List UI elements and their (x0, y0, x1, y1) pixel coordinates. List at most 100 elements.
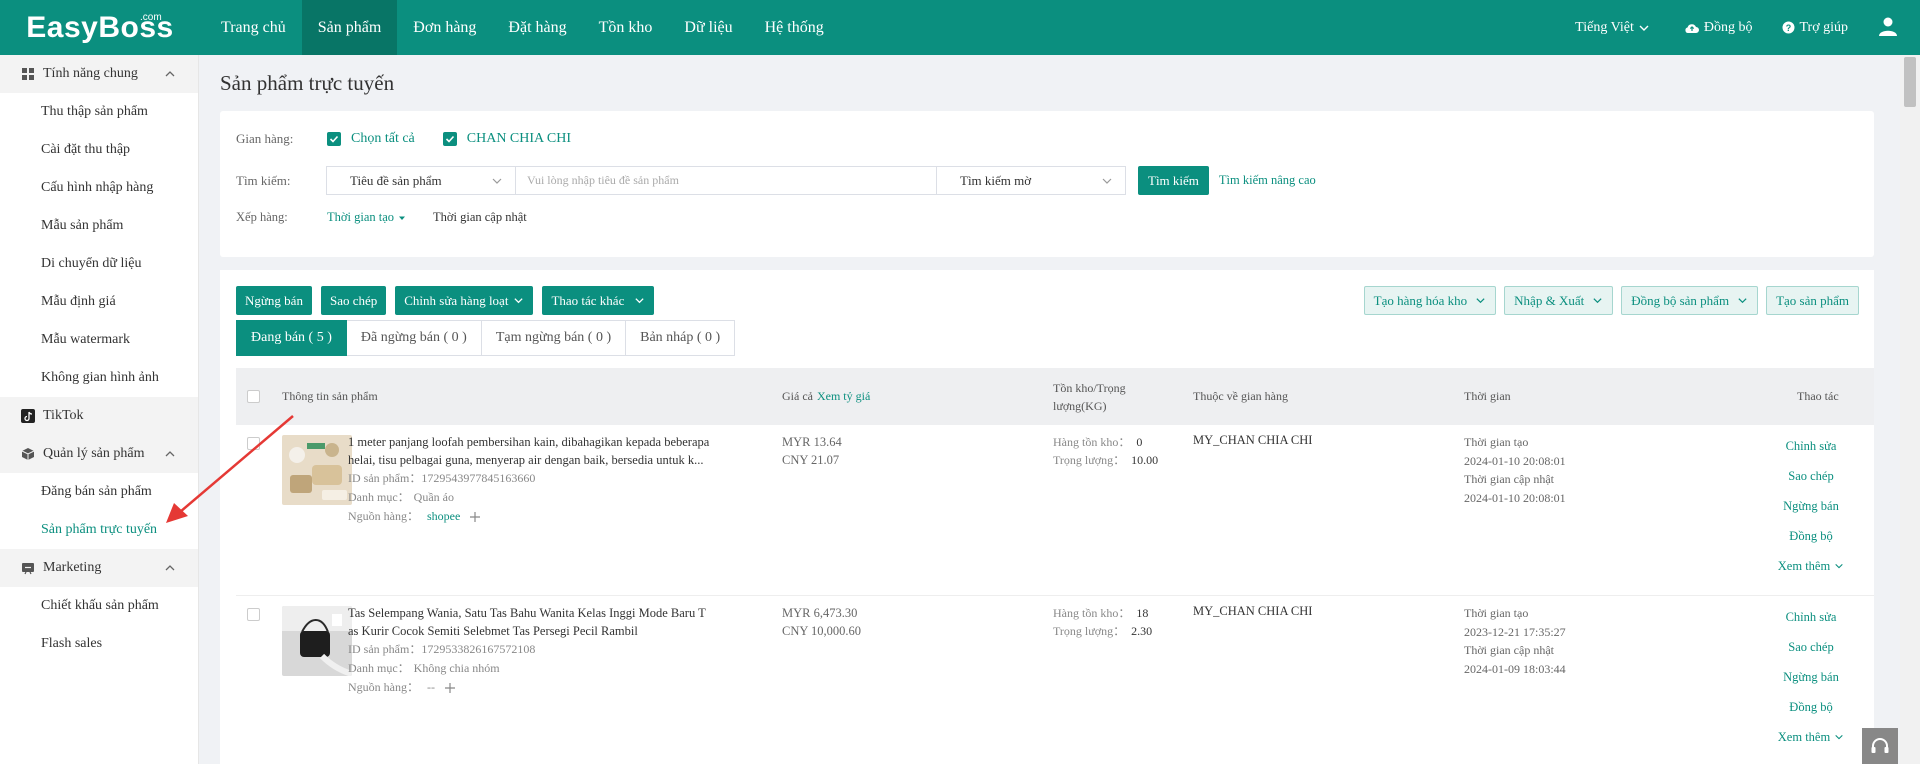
product-thumbnail[interactable] (282, 606, 352, 676)
category-label: Danh mục： (348, 661, 410, 675)
sidebar-item-flash-sales[interactable]: Flash sales (0, 625, 198, 663)
bulk-edit-button[interactable]: Chỉnh sửa hàng loạt (395, 286, 534, 315)
sync-products-button[interactable]: Đồng bộ sản phẩm (1621, 286, 1759, 315)
other-actions-button[interactable]: Thao tác khác (542, 286, 655, 315)
product-store: MY_CHAN CHIA CHI (1193, 604, 1313, 618)
sidebar-group-tiktok[interactable]: TikTok (0, 397, 198, 435)
tab-stopped[interactable]: Đã ngừng bán ( 0 ) (346, 320, 482, 356)
search-field-select[interactable]: Tiêu đề sản phẩm (326, 166, 516, 195)
sidebar-item-watermark-templates[interactable]: Mẫu watermark (0, 321, 198, 359)
chevron-down-icon (635, 298, 644, 304)
updated-label: Thời gian cập nhật (1464, 472, 1554, 486)
page-scrollbar[interactable] (1900, 55, 1920, 764)
nav-home[interactable]: Trang chủ (205, 0, 302, 55)
nav-products[interactable]: Sản phẩm (301, 0, 398, 55)
more-link[interactable]: Xem thêm (1756, 551, 1866, 581)
stock-label: Hàng tồn kho： (1053, 435, 1131, 449)
plus-icon[interactable] (469, 511, 481, 523)
logo-suffix: .com (140, 12, 162, 23)
top-right-tools: Tiếng Việt Đồng bộ ? Trợ giúp (1575, 0, 1920, 55)
nav-system[interactable]: Hệ thống (749, 0, 840, 55)
import-export-button[interactable]: Nhập & Xuất (1504, 286, 1614, 315)
sidebar-item-collect-products[interactable]: Thu thập sản phẩm (0, 93, 198, 131)
id-label: ID sản phẩm： (348, 642, 422, 656)
product-thumbnail[interactable] (282, 435, 352, 505)
created-value: 2023-12-21 17:35:27 (1464, 624, 1566, 639)
stop-selling-link[interactable]: Ngừng bán (1756, 491, 1866, 521)
product-title-line2: helai, tisu pelbagai guna, menyerap air … (348, 453, 704, 467)
product-title[interactable]: Tas Selempang Wania, Satu Tas Bahu Wanit… (348, 604, 728, 640)
row-checkbox[interactable] (247, 608, 260, 621)
nav-data[interactable]: Dữ liệu (668, 0, 748, 55)
sync-button[interactable]: Đồng bộ (1684, 20, 1752, 36)
sync-link[interactable]: Đồng bộ (1756, 521, 1866, 551)
tab-drafts[interactable]: Bản nháp ( 0 ) (626, 320, 736, 356)
header-price: Giá cả Xem tỷ giá (782, 368, 870, 425)
price-cny: CNY 21.07 (782, 453, 840, 467)
search-input[interactable]: Vui lòng nhập tiêu đề sản phẩm (516, 166, 936, 195)
header-store: Thuộc về gian hàng (1193, 389, 1288, 403)
help-button[interactable]: ? Trợ giúp (1782, 20, 1848, 36)
copy-link[interactable]: Sao chép (1756, 632, 1866, 662)
sort-created-option[interactable]: Thời gian tạo (327, 210, 407, 225)
store-name-label[interactable]: CHAN CHIA CHI (467, 131, 571, 147)
sidebar-item-online-products[interactable]: Sản phẩm trực tuyến (0, 511, 198, 549)
advanced-search-link[interactable]: Tìm kiếm nâng cao (1219, 173, 1316, 188)
plus-icon[interactable] (444, 682, 456, 694)
cloud-sync-icon (1685, 23, 1699, 33)
products-panel: Ngừng bán Sao chép Chỉnh sửa hàng loạt T… (220, 270, 1874, 764)
nav-orders[interactable]: Đơn hàng (397, 0, 492, 55)
sidebar-item-image-space[interactable]: Không gian hình ảnh (0, 359, 198, 397)
sort-updated-option[interactable]: Thời gian cập nhật (433, 210, 527, 225)
nav-purchase[interactable]: Đặt hàng (492, 0, 582, 55)
more-link[interactable]: Xem thêm (1756, 722, 1866, 752)
tab-on-sale[interactable]: Đang bán ( 5 ) (236, 320, 347, 356)
create-product-button[interactable]: Tạo sản phẩm (1766, 286, 1859, 315)
product-price: MYR 6,473.30 CNY 10,000.60 (782, 604, 861, 640)
main-nav: Trang chủ Sản phẩm Đơn hàng Đặt hàng Tồn… (205, 0, 840, 55)
stop-selling-link[interactable]: Ngừng bán (1756, 662, 1866, 692)
stop-selling-button[interactable]: Ngừng bán (236, 286, 312, 315)
sidebar-item-import-config[interactable]: Cấu hình nhập hàng (0, 169, 198, 207)
edit-link[interactable]: Chỉnh sửa (1756, 431, 1866, 461)
select-all-label[interactable]: Chọn tất cả (351, 131, 415, 147)
nav-inventory[interactable]: Tồn kho (583, 0, 669, 55)
user-avatar-icon[interactable] (1878, 16, 1898, 40)
edit-link[interactable]: Chỉnh sửa (1756, 602, 1866, 632)
create-goods-button[interactable]: Tạo hàng hóa kho (1363, 286, 1497, 315)
sidebar-group-marketing[interactable]: Marketing (0, 549, 198, 587)
search-label: Tìm kiếm: (236, 172, 291, 188)
sidebar-item-data-migration[interactable]: Di chuyển dữ liệu (0, 245, 198, 283)
product-source[interactable]: shopee (427, 507, 460, 526)
sidebar-item-product-templates[interactable]: Mẫu sản phẩm (0, 207, 198, 245)
sidebar-item-pricing-templates[interactable]: Mẫu định giá (0, 283, 198, 321)
select-all-checkbox[interactable] (327, 132, 341, 146)
sync-link[interactable]: Đồng bộ (1756, 692, 1866, 722)
row-checkbox[interactable] (247, 437, 260, 450)
header-checkbox[interactable] (247, 390, 260, 403)
updated-value: 2024-01-10 20:08:01 (1464, 490, 1566, 505)
product-category: Không chia nhóm (413, 661, 500, 675)
stock-value: 0 (1136, 435, 1143, 449)
sidebar-group-general[interactable]: Tính năng chung (0, 55, 198, 93)
store-checkbox[interactable] (442, 132, 457, 146)
logo[interactable]: EasyBoss .com (0, 0, 200, 55)
more-label: Xem thêm (1777, 558, 1831, 573)
id-label: ID sản phẩm： (348, 471, 422, 485)
tiktok-icon (21, 409, 35, 423)
search-mode-select[interactable]: Tìm kiếm mờ (936, 166, 1126, 195)
sidebar-group-product-management[interactable]: Quản lý sản phẩm (0, 435, 198, 473)
sidebar-item-product-discount[interactable]: Chiết khấu sản phẩm (0, 587, 198, 625)
sidebar-item-collect-settings[interactable]: Cài đặt thu thập (0, 131, 198, 169)
sidebar-item-publish-products[interactable]: Đăng bán sản phẩm (0, 473, 198, 511)
header-price-label: Giá cả (782, 389, 813, 403)
search-button[interactable]: Tìm kiếm (1138, 166, 1209, 195)
scrollbar-thumb[interactable] (1904, 57, 1916, 107)
product-title[interactable]: 1 meter panjang loofah pembersihan kain,… (348, 433, 728, 469)
copy-button[interactable]: Sao chép (320, 286, 387, 315)
view-exchange-rate-link[interactable]: Xem tỷ giá (817, 389, 870, 404)
customer-support-button[interactable] (1862, 728, 1898, 764)
language-selector[interactable]: Tiếng Việt (1575, 20, 1654, 36)
copy-link[interactable]: Sao chép (1756, 461, 1866, 491)
tab-paused[interactable]: Tạm ngừng bán ( 0 ) (481, 320, 627, 356)
